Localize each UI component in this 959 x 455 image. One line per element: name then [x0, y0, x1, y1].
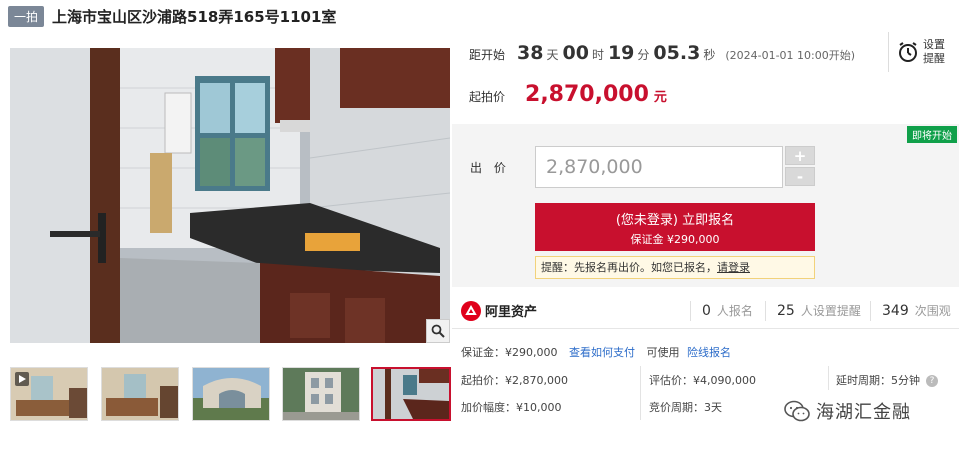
login-link[interactable]: 请登录 [717, 261, 750, 274]
countdown-days-unit: 天 [546, 48, 559, 62]
countdown-days: 38 [517, 42, 544, 64]
delay-period-text: 延时周期：5分钟 [836, 374, 920, 387]
wechat-icon [784, 400, 810, 422]
detail-appraisal-price: 评估价：¥4,090,000 [649, 374, 756, 387]
reminder-count-label: 人设置提醒 [800, 304, 861, 318]
detail-increment: 加价幅度：¥10,000 [461, 401, 562, 414]
signup-button-label: (您未登录) 立即报名 [615, 213, 735, 228]
thumbnail-kitchen[interactable] [371, 367, 451, 421]
signup-count-value: 0 [702, 303, 711, 319]
bid-label: 出 价 [470, 161, 510, 175]
start-price: 起拍价 2,870,000 元 [469, 82, 667, 110]
help-icon[interactable]: ? [926, 375, 938, 387]
bid-panel: 即将开始 出 价 2,870,000 + - (您未登录) 立即报名 保证金 ¥… [452, 124, 959, 287]
view-count-value: 349 [882, 303, 909, 319]
signup-count-label: 人报名 [716, 304, 753, 318]
decrease-bid-button[interactable]: - [785, 167, 815, 186]
page-title: 上海市宝山区沙浦路518弄165号1101室 [52, 7, 337, 26]
start-time: (2024-01-01 10:00开始) [725, 49, 856, 62]
auction-round-tag: 一拍 [8, 5, 45, 27]
reminder-label-line2: 提醒 [923, 52, 945, 65]
reminder-label: 设置 提醒 [923, 38, 951, 66]
play-icon [15, 372, 29, 386]
increase-bid-button[interactable]: + [785, 146, 815, 165]
countdown-minutes-unit: 分 [637, 48, 650, 62]
ali-logo-icon [461, 300, 481, 321]
magnifier-icon [431, 324, 445, 338]
countdown-seconds-unit: 秒 [703, 48, 716, 62]
status-badge: 即将开始 [907, 126, 957, 143]
detail-auction-cycle: 竞价周期：3天 [649, 401, 722, 414]
thumbnail-image [102, 368, 178, 420]
signup-button[interactable]: (您未登录) 立即报名 保证金 ¥290,000 [535, 203, 815, 251]
countdown-hours: 00 [562, 42, 589, 64]
tip-text: 提醒：先报名再出价。如您已报名， [541, 261, 717, 274]
how-to-pay-link[interactable]: 查看如何支付 [569, 346, 635, 359]
reminder-label-line1: 设置 [923, 38, 945, 51]
kitchen-photo [10, 48, 450, 343]
countdown-label: 距开始 [469, 48, 506, 62]
set-reminder-button[interactable]: 设置 提醒 [888, 32, 956, 72]
thumbnail-video[interactable] [10, 367, 88, 421]
ali-assets-logo[interactable]: 阿里资产 [461, 300, 538, 321]
start-price-unit: 元 [653, 90, 667, 105]
deposit-note: 可使用 [646, 346, 680, 359]
countdown-minutes: 19 [607, 42, 635, 64]
thumbnail-strip [10, 367, 452, 421]
thumbnail-image [283, 368, 359, 420]
zoom-button[interactable] [426, 319, 450, 343]
insurance-signup-link[interactable]: 险线报名 [687, 346, 731, 359]
main-photo[interactable] [10, 48, 450, 343]
platform-stats-row: 阿里资产 0 人报名 25 人设置提醒 349 次围观 [452, 293, 959, 329]
detail-start-price: 起拍价：¥2,870,000 [461, 374, 568, 387]
countdown-hours-unit: 时 [591, 48, 604, 62]
start-price-label: 起拍价 [469, 90, 506, 104]
thumbnail-image [373, 369, 449, 419]
thumbnail-gate[interactable] [192, 367, 270, 421]
deposit-amount: 保证金：¥290,000 [461, 346, 558, 359]
countdown: 距开始 38 天 00 时 19 分 05.3 秒 (2024-01-01 10… [469, 42, 855, 70]
deposit-row: 保证金：¥290,000 查看如何支付 可使用 险线报名 [461, 344, 731, 360]
countdown-seconds: 05.3 [653, 42, 701, 64]
ali-logo-text: 阿里资产 [485, 305, 538, 320]
bid-amount-input[interactable]: 2,870,000 [535, 146, 783, 188]
view-count: 349 次围观 [882, 302, 951, 319]
thumbnail-building[interactable] [282, 367, 360, 421]
thumbnail-image [193, 368, 269, 420]
signup-deposit: 保证金 ¥290,000 [630, 233, 720, 246]
view-count-label: 次围观 [914, 304, 951, 318]
start-price-value: 2,870,000 [525, 82, 649, 107]
reminder-count: 25 人设置提醒 [777, 302, 861, 319]
signup-tip: 提醒：先报名再出价。如您已报名，请登录 [535, 256, 815, 279]
reminder-count-value: 25 [777, 303, 795, 319]
header: 一拍 上海市宝山区沙浦路518弄165号1101室 [8, 5, 336, 27]
watermark-text: 海湖汇金融 [816, 402, 911, 423]
wechat-watermark: 海湖汇金融 [784, 398, 911, 424]
thumbnail-bedroom[interactable] [101, 367, 179, 421]
alarm-clock-icon [899, 42, 917, 62]
signup-count: 0 人报名 [702, 302, 753, 319]
detail-delay-period: 延时周期：5分钟? [836, 372, 938, 388]
